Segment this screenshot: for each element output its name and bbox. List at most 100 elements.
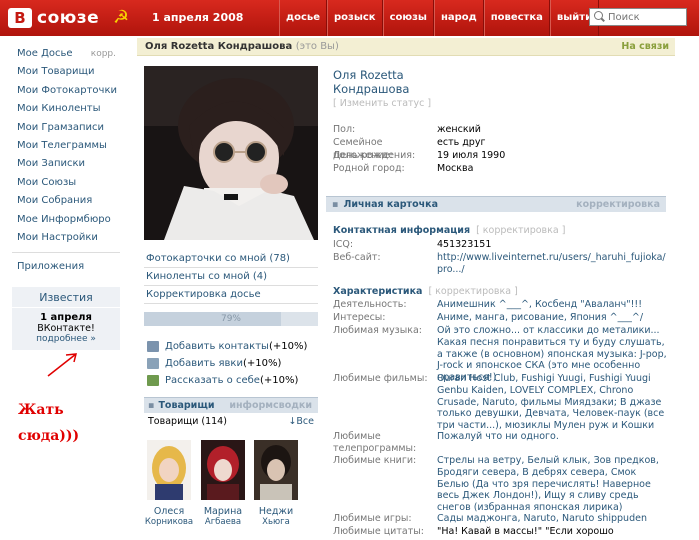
friend-avatar — [147, 440, 191, 500]
info-value[interactable]: Ouran Host Club, Fushigi Yuugi, Fushigi … — [437, 373, 669, 432]
friend-last-name: Хьюга — [262, 517, 290, 527]
info-key: Любимые фильмы: — [333, 373, 428, 384]
info-value[interactable]: Стрелы на ветру, Белый клык, Зов предков… — [437, 455, 669, 514]
search-icon — [593, 10, 606, 24]
info-key: Любимые телепрограммы: — [333, 431, 417, 454]
profile-name: Оля Rozetta Кондрашова — [145, 41, 293, 52]
sidebar-item-photos[interactable]: Мои Фотокарточки — [12, 82, 120, 100]
progress-label: 79% — [220, 314, 241, 324]
website-link[interactable]: http://www.liveinternet.ru/users/_haruhi… — [437, 252, 669, 276]
info-key: ICQ: — [333, 239, 354, 250]
sidebar-item-apps[interactable]: Приложения — [12, 258, 120, 276]
info-value: 19 июля 1990 — [437, 150, 506, 161]
add-meetings-action[interactable]: Добавить явки (+10%) — [147, 355, 319, 372]
friends-header: Товарищи информсводки — [144, 397, 318, 413]
news-text: ВКонтакте! — [37, 322, 95, 334]
info-key: Любимые книги: — [333, 455, 417, 466]
sidebar-item-groups[interactable]: Мои Союзы — [12, 174, 120, 192]
scrawl-text: Жать сюда))) — [18, 397, 79, 449]
friends-count[interactable]: Товарищи (114) — [148, 416, 227, 427]
info-value: Москва — [437, 163, 474, 174]
bonus-text: (+10%) — [268, 341, 308, 352]
profile-photo-image — [144, 66, 318, 240]
news-title: Известия — [12, 291, 120, 308]
info-value[interactable]: Аниме, манга, рисование, Япония ^___^/ — [437, 312, 669, 324]
info-value: есть друг — [437, 137, 486, 148]
search-input[interactable] — [608, 11, 686, 23]
news-date: 1 апреля — [40, 311, 92, 323]
profile-progress-bar: 79% — [144, 312, 318, 326]
info-key: Любимые игры: — [333, 513, 412, 524]
info-value[interactable]: Пожалуй что ни одного. — [437, 431, 669, 443]
info-key: День рождения: — [333, 150, 416, 161]
info-key: Родной город: — [333, 163, 405, 174]
friends-all-link[interactable]: ↓Все — [288, 416, 314, 427]
nav-search-people[interactable]: розыск — [326, 0, 383, 36]
char-edit-link[interactable]: [ корректировка ] — [428, 286, 517, 297]
divider — [12, 252, 120, 254]
friends-updates-link[interactable]: информсводки — [229, 400, 312, 411]
sidebar-item-friends[interactable]: Мои Товарищи — [12, 63, 120, 81]
profile-photo[interactable] — [144, 66, 318, 240]
logo-text: союзе — [37, 8, 100, 28]
friend-card[interactable]: Олеся Корникова — [141, 440, 197, 527]
edit-profile-link[interactable]: Корректировка досье — [144, 286, 318, 304]
contact-info-title: Контактная информация [ корректировка ] — [333, 225, 565, 236]
videos-with-me-link[interactable]: Киноленты со мной (4) — [144, 268, 318, 286]
nav-unions[interactable]: союзы — [382, 0, 434, 36]
news-more-link[interactable]: подробнее » — [12, 334, 120, 344]
add-contacts-action[interactable]: Добавить контакты (+10%) — [147, 338, 319, 355]
nav-dossier[interactable]: досье — [279, 0, 327, 36]
personal-card-edit-link[interactable]: корректировка — [576, 199, 660, 210]
news-block: Известия 1 апреля ВКонтакте! подробнее » — [12, 286, 120, 350]
edit-link[interactable]: корр. — [91, 45, 116, 63]
scrawl-line: Жать — [18, 402, 64, 418]
characteristics-title: Характеристика [ корректировка ] — [333, 286, 518, 297]
search-box[interactable] — [589, 8, 687, 26]
profile-info: Оля Rozetta Кондрашова [ Изменить статус… — [333, 68, 673, 109]
info-key: Любимые цитаты: — [333, 526, 424, 537]
friend-last-name: Корникова — [144, 517, 194, 527]
friend-last-name: Агбаева — [204, 517, 242, 527]
info-icon — [147, 375, 159, 386]
nav-people[interactable]: народ — [433, 0, 484, 36]
sidebar-item-label: Мое Досье — [17, 48, 73, 59]
photo-menu: Фотокарточки со мной (78) Киноленты со м… — [144, 250, 318, 304]
sidebar-item-events[interactable]: Мои Собрания — [12, 192, 120, 210]
friend-card[interactable]: Неджи Хьюга — [248, 440, 304, 527]
add-meetings-link[interactable]: Добавить явки — [165, 355, 243, 372]
name-line: Кондрашова — [333, 82, 410, 96]
change-status-link[interactable]: [ Изменить статус ] — [333, 98, 673, 109]
info-key: Деятельность: — [333, 299, 407, 310]
info-value[interactable]: Сады маджонга, Naruto, Naruto shippuden — [437, 513, 669, 525]
info-key: Пол: — [333, 124, 356, 135]
sidebar-item-notes[interactable]: Мои Записки — [12, 155, 120, 173]
tell-about-action[interactable]: Рассказать о себе (+10%) — [147, 372, 319, 389]
name-line: Оля Rozetta — [333, 68, 404, 82]
logo-icon: В — [8, 8, 32, 28]
sidebar-item-dossier[interactable]: Мое Досье корр. — [12, 45, 120, 63]
contact-edit-link[interactable]: [ корректировка ] — [476, 225, 565, 236]
sidebar-item-news[interactable]: Мое Информбюро — [12, 211, 120, 229]
logo[interactable]: В союзе — [8, 7, 99, 29]
personal-card-title[interactable]: Личная карточка — [332, 199, 438, 210]
friend-first-name: Олеся — [153, 506, 185, 517]
add-contacts-link[interactable]: Добавить контакты — [165, 338, 269, 355]
scrawl-line: сюда))) — [18, 428, 80, 444]
friend-first-name: Неджи — [258, 506, 294, 517]
sidebar-item-messages[interactable]: Мои Телеграммы — [12, 137, 120, 155]
tell-about-link[interactable]: Рассказать о себе — [165, 372, 260, 389]
sidebar-item-settings[interactable]: Мои Настройки — [12, 229, 120, 247]
friend-card[interactable]: Марина Агбаева — [195, 440, 251, 527]
photos-with-me-link[interactable]: Фотокарточки со мной (78) — [144, 250, 318, 268]
info-value[interactable]: Анимешник ^___^, Косбенд "Аваланч"!!! — [437, 299, 669, 311]
friends-title[interactable]: Товарищи — [148, 400, 214, 411]
personal-card-header: Личная карточка корректировка — [326, 196, 666, 212]
nav-agenda[interactable]: повестка — [483, 0, 550, 36]
info-value: 451323151 — [437, 239, 492, 250]
header-date: 1 апреля 2008 — [152, 11, 244, 24]
sidebar-item-videos[interactable]: Мои Киноленты — [12, 100, 120, 118]
contacts-icon — [147, 341, 159, 352]
sidebar-item-audio[interactable]: Мои Грамзаписи — [12, 119, 120, 137]
online-status: На связи — [621, 41, 669, 52]
